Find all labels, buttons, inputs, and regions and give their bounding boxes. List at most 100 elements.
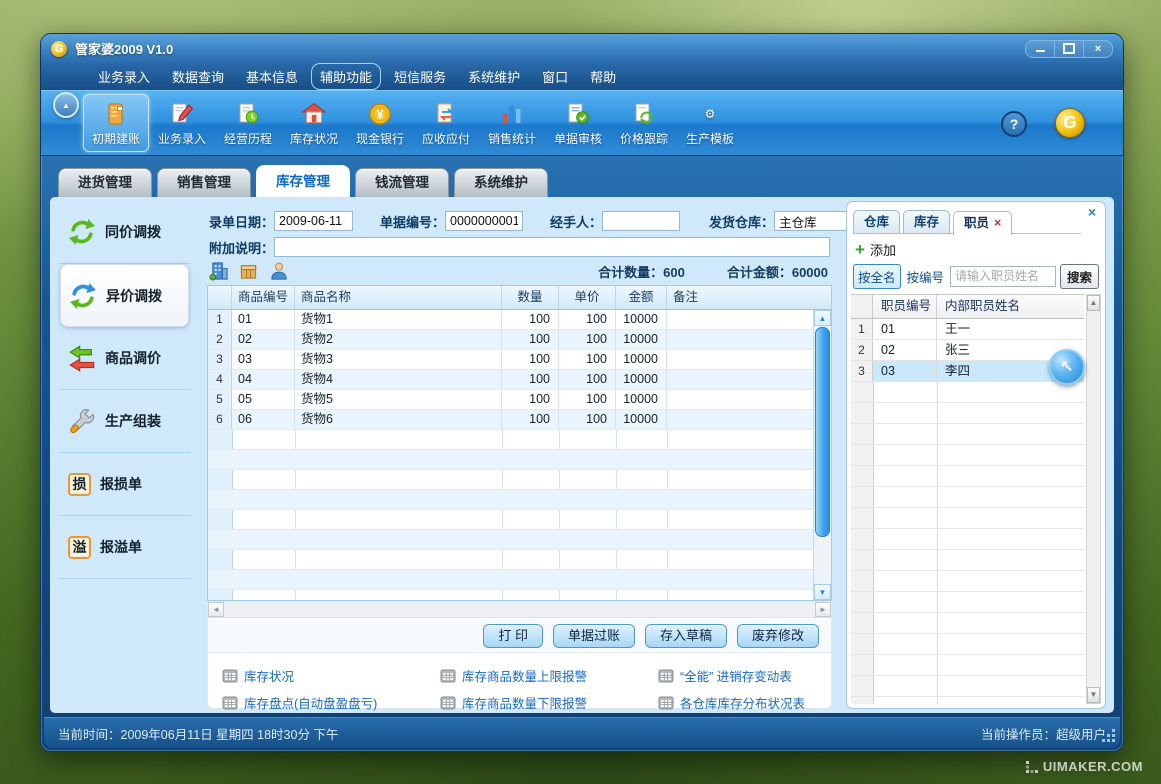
save-draft-button[interactable]: 存入草稿 (645, 624, 727, 648)
col-price[interactable]: 单价 (559, 286, 616, 309)
warehouse-picker-icon[interactable] (209, 261, 229, 281)
horizontal-scrollbar[interactable]: ◄ ► (208, 602, 831, 618)
menu-data-query[interactable]: 数据查询 (163, 63, 233, 90)
table-row[interactable]: 505货物510010010000 (208, 390, 814, 410)
grid-tools-row: 合计数量：600 合计金额：60000 (209, 259, 828, 283)
search-row: 按全名 按编号 搜索 (853, 264, 1099, 288)
toolbar-price-tracking[interactable]: 价格跟踪 (611, 94, 677, 152)
filter-by-code-toggle[interactable]: 按编号 (905, 265, 947, 288)
table-row[interactable]: 606货物610010010000 (208, 410, 814, 430)
menu-sms-service[interactable]: 短信服务 (385, 63, 455, 90)
tab-sales-manage[interactable]: 销售管理 (157, 168, 251, 197)
bar-chart-icon (499, 100, 525, 128)
tab-close-icon[interactable]: × (994, 216, 1001, 230)
toolbar-stock-status[interactable]: 库存状况 (281, 94, 347, 152)
link-stock-lower-alert[interactable]: 库存商品数量下限报警 (440, 693, 658, 712)
transfer-same-price-icon (68, 218, 96, 246)
title-bar: G 管家婆2009 V1.0 × (41, 34, 1123, 63)
col-goods-name[interactable]: 商品名称 (295, 286, 502, 309)
tab-warehouse[interactable]: 仓库 (853, 210, 900, 233)
total-qty-label: 合计数量： (598, 265, 663, 280)
menu-window[interactable]: 窗口 (533, 63, 577, 90)
table-row[interactable]: 202货物210010010000 (208, 330, 814, 350)
items-table: 商品编号 商品名称 数量 单价 金额 备注 101货物110010010000 … (207, 285, 832, 601)
search-button[interactable]: 搜索 (1060, 264, 1099, 289)
scroll-down-button[interactable]: ▼ (814, 584, 831, 600)
sidebar-item-overflow-report[interactable]: 溢 报溢单 (58, 516, 191, 579)
close-button[interactable]: × (1083, 41, 1112, 57)
col-employee-name[interactable]: 内部职员姓名 (937, 295, 1084, 318)
report-icon (658, 669, 674, 683)
link-stock-upper-alert[interactable]: 库存商品数量上限报警 (440, 666, 658, 685)
note-input[interactable] (274, 237, 830, 257)
menu-basic-info[interactable]: 基本信息 (237, 63, 307, 90)
toolbar-voucher-audit[interactable]: 单据审核 (545, 94, 611, 152)
tab-employee[interactable]: 职员× (953, 211, 1012, 235)
panel-close-icon[interactable]: × (1088, 205, 1096, 219)
employee-row[interactable]: 101王一 (851, 319, 1084, 340)
link-stocktake[interactable]: 库存盘点(自动盘盈盘亏) (222, 693, 440, 712)
scroll-down-button[interactable]: ▼ (1087, 687, 1100, 703)
sidebar-item-loss-report[interactable]: 损 报损单 (58, 453, 191, 516)
tab-inventory-manage[interactable]: 库存管理 (256, 165, 350, 197)
link-stock-status[interactable]: 库存状况 (222, 666, 440, 685)
link-omnipotent-change-sheet[interactable]: “全能” 进销存变动表 (658, 666, 817, 685)
tab-system-maintain[interactable]: 系统维护 (454, 168, 548, 197)
toolbar-sales-stats[interactable]: 销售统计 (479, 94, 545, 152)
voucher-number-input[interactable] (445, 211, 523, 231)
desktop-background: G 管家婆2009 V1.0 × 业务录入 数据查询 基本信息 辅助功能 短信服… (0, 0, 1161, 784)
total-amount-label: 合计金额： (727, 265, 792, 280)
help-icon[interactable]: ? (1001, 111, 1027, 137)
tab-stock[interactable]: 库存 (903, 210, 950, 233)
vertical-scrollbar[interactable]: ▲ ▼ (813, 310, 831, 600)
minimize-button[interactable] (1026, 41, 1054, 57)
toolbar-init-accounts[interactable]: 初期建账 (83, 94, 149, 152)
collapse-toolbar-button[interactable]: ▲ (53, 92, 79, 118)
date-input[interactable] (274, 211, 353, 231)
employee-picker-icon[interactable] (269, 261, 289, 281)
toolbar-receivable-payable[interactable]: 应收应付 (413, 94, 479, 152)
scrollbar-thumb[interactable] (815, 327, 830, 537)
sidebar-item-same-price-transfer[interactable]: 同价调拨 (58, 201, 191, 264)
post-voucher-button[interactable]: 单据过账 (553, 624, 635, 648)
table-row[interactable]: 101货物110010010000 (208, 310, 814, 330)
menu-system-maintain[interactable]: 系统维护 (459, 63, 529, 90)
menu-business-entry[interactable]: 业务录入 (89, 63, 159, 90)
tab-cashflow-manage[interactable]: 钱流管理 (355, 168, 449, 197)
employee-search-input[interactable] (950, 266, 1056, 287)
sidebar-item-price-adjust[interactable]: 商品调价 (58, 327, 191, 390)
toolbar-production-template[interactable]: ⚙ 生产模板 (677, 94, 743, 152)
sidebar-item-production-assembly[interactable]: 生产组装 (58, 390, 191, 453)
col-amount[interactable]: 金额 (616, 286, 667, 309)
scroll-up-button[interactable]: ▲ (814, 310, 831, 326)
panel-scrollbar[interactable]: ▲ ▼ (1086, 294, 1101, 704)
employee-row[interactable]: 202张三 (851, 340, 1084, 361)
scroll-right-button[interactable]: ► (815, 602, 831, 617)
sidebar-item-diff-price-transfer[interactable]: 异价调拨 (60, 264, 189, 327)
handler-input[interactable] (602, 211, 680, 231)
col-goods-code[interactable]: 商品编号 (232, 286, 295, 309)
table-row[interactable]: 303货物310010010000 (208, 350, 814, 370)
toolbar-business-entry[interactable]: 业务录入 (149, 94, 215, 152)
print-button[interactable]: 打 印 (483, 624, 543, 648)
col-employee-code[interactable]: 职员编号 (873, 295, 937, 318)
col-qty[interactable]: 数量 (502, 286, 559, 309)
goods-picker-icon[interactable] (239, 261, 259, 281)
resize-grip[interactable] (1103, 730, 1115, 742)
discard-changes-button[interactable]: 废弃修改 (737, 624, 819, 648)
coin-icon: ¥ (367, 100, 393, 128)
tab-purchase-manage[interactable]: 进货管理 (58, 168, 152, 197)
maximize-button[interactable] (1054, 41, 1083, 57)
toolbar-cash-bank[interactable]: ¥ 现金银行 (347, 94, 413, 152)
table-row[interactable]: 404货物410010010000 (208, 370, 814, 390)
scroll-up-button[interactable]: ▲ (1087, 295, 1100, 311)
toolbar-operation-history[interactable]: 经营历程 (215, 94, 281, 152)
link-warehouse-distribution[interactable]: 各仓库库存分布状况表 (658, 693, 817, 712)
menu-aux-functions[interactable]: 辅助功能 (311, 63, 381, 90)
col-note[interactable]: 备注 (667, 286, 831, 309)
filter-by-name-toggle[interactable]: 按全名 (853, 264, 901, 289)
menu-help[interactable]: 帮助 (581, 63, 625, 90)
add-row[interactable]: + 添加 (855, 238, 896, 260)
empty-row (851, 655, 1084, 676)
scroll-left-button[interactable]: ◄ (208, 602, 224, 617)
